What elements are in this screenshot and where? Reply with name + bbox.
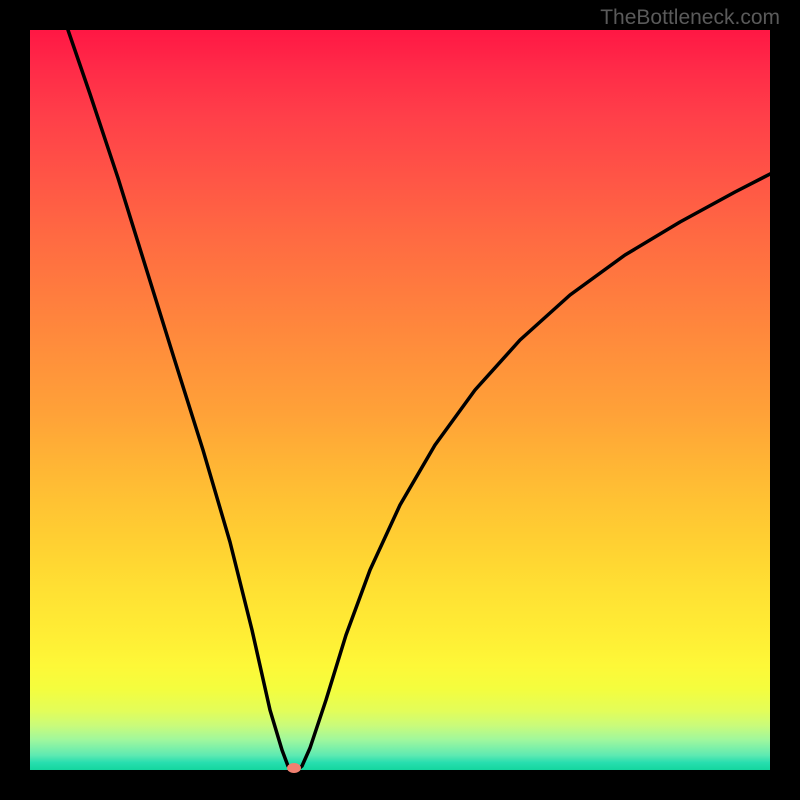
- bottleneck-marker-point: [287, 763, 301, 773]
- chart-plot-area: [30, 30, 770, 770]
- bottleneck-curve-svg: [30, 30, 770, 770]
- bottleneck-curve-path: [68, 30, 770, 769]
- chart-outer-frame: TheBottleneck.com: [0, 0, 800, 800]
- watermark-text: TheBottleneck.com: [600, 6, 780, 30]
